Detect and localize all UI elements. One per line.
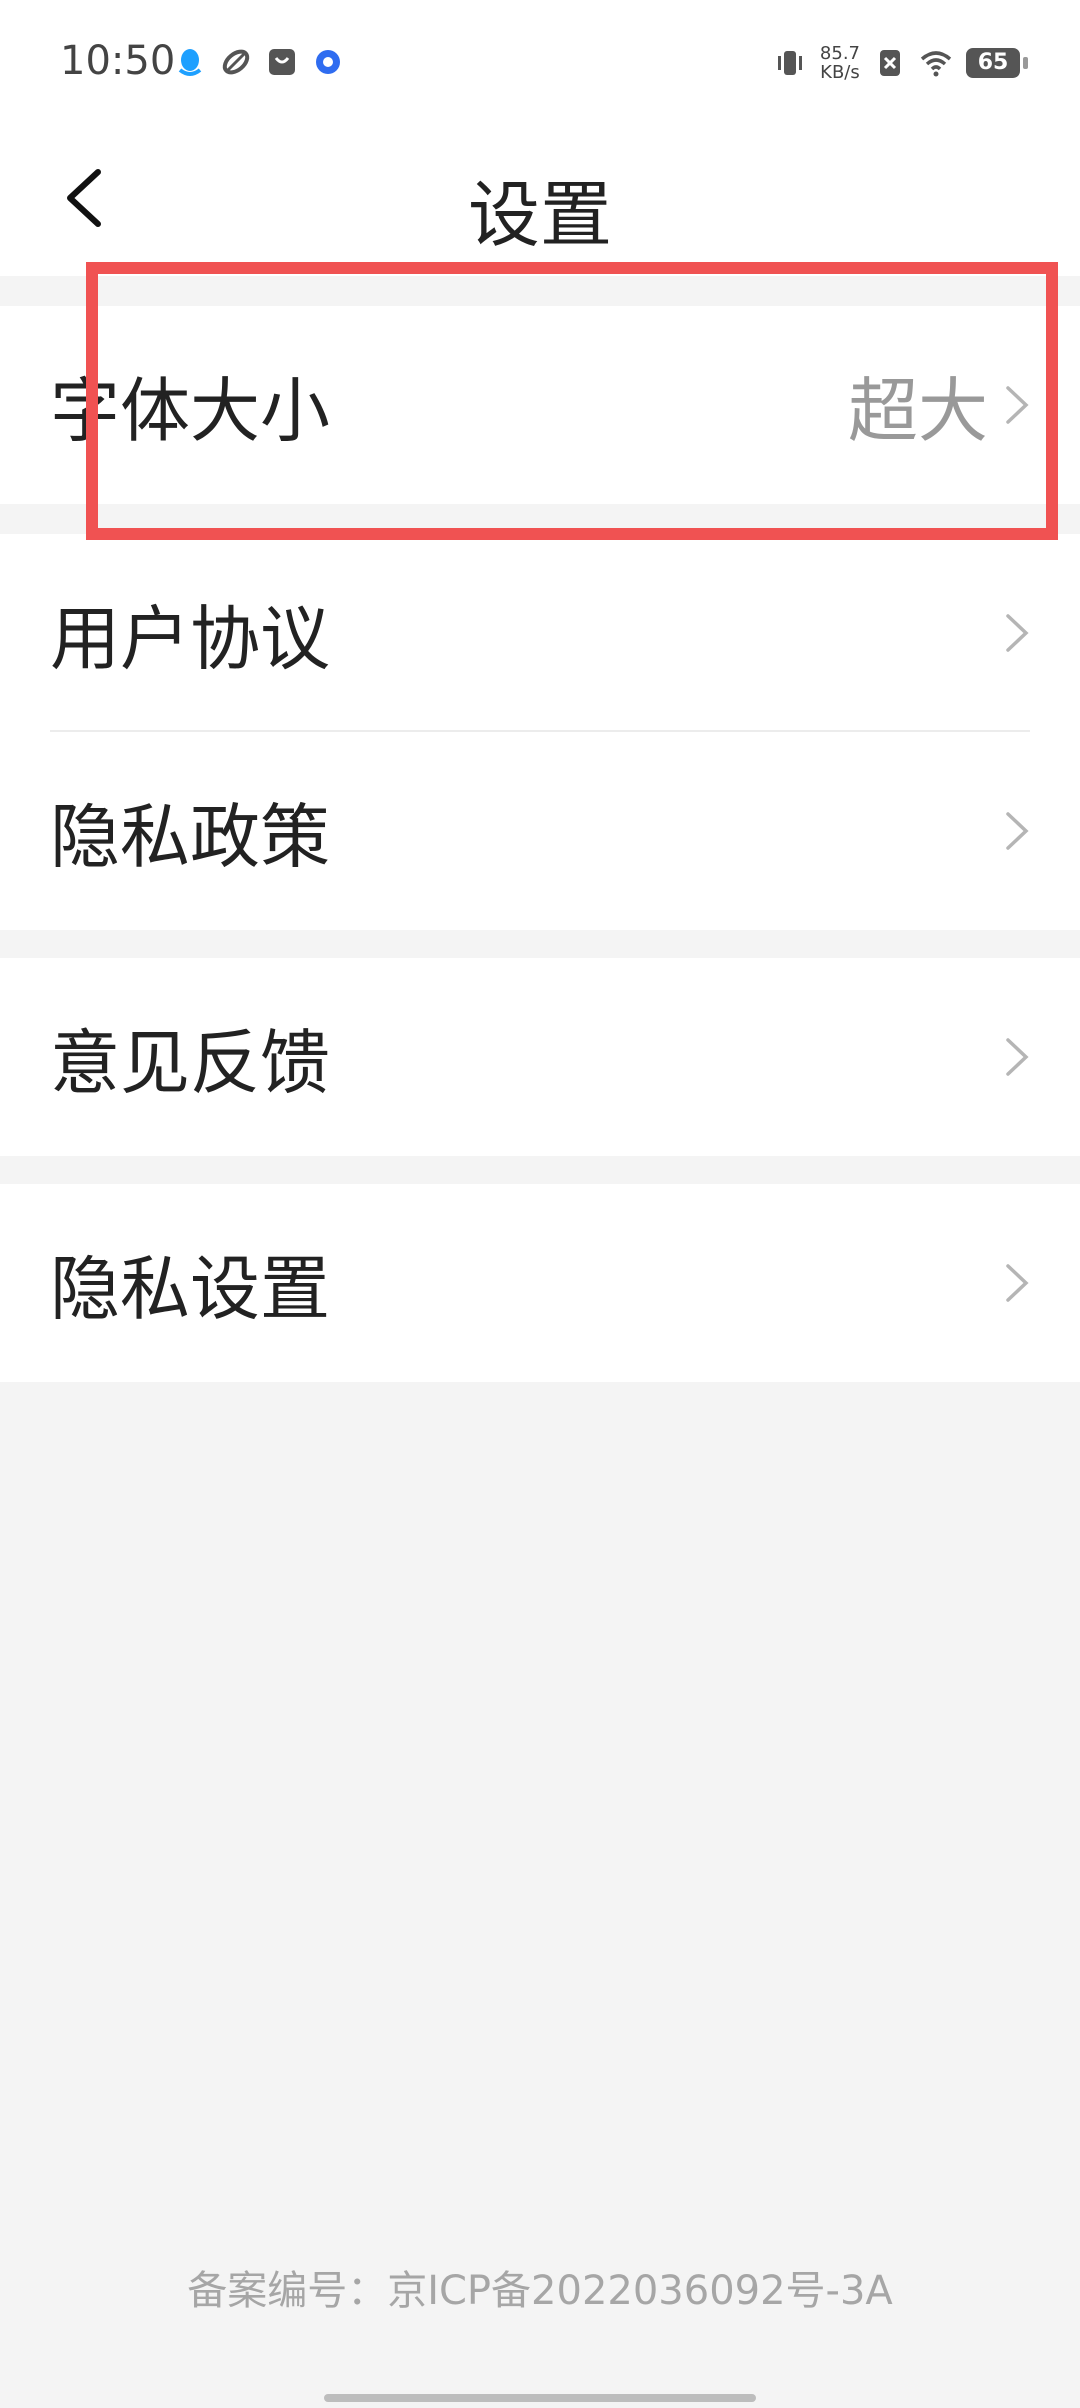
settings-item-value: 超大 [848, 369, 988, 452]
settings-item-privacy-policy[interactable]: 隐私政策 [0, 732, 1080, 930]
network-speed-value: 85.7 [819, 43, 860, 64]
status-time: 10:50 [60, 38, 176, 84]
icp-record-text: 备案编号：京ICP备2022036092号-3A [187, 2268, 893, 2314]
page-title: 设置 [467, 173, 612, 257]
qq-icon [178, 49, 202, 76]
chevron-right-icon [1006, 812, 1029, 850]
network-speed: 85.7 KB/s [820, 44, 860, 82]
battery-icon: 65 [966, 48, 1028, 78]
status-bar: 10:50 85.7 KB/s 65 [0, 0, 1080, 130]
settings-group-privacy: 隐私设置 [0, 1184, 1080, 1382]
app-circle-icon [316, 50, 340, 74]
chevron-right-icon [1006, 1264, 1029, 1302]
no-sim-icon [880, 50, 900, 76]
shopping-bag-icon [269, 49, 295, 75]
settings-item-label: 隐私政策 [50, 795, 330, 878]
settings-item-label: 字体大小 [50, 369, 330, 452]
wifi-icon [920, 51, 952, 77]
settings-group-feedback: 意见反馈 [0, 958, 1080, 1156]
system-icons: 85.7 KB/s 65 [774, 44, 1028, 82]
app-leaf-icon [222, 49, 250, 75]
chevron-right-icon [1006, 386, 1029, 424]
settings-item-privacy-settings[interactable]: 隐私设置 [0, 1184, 1080, 1382]
settings-item-feedback[interactable]: 意见反馈 [0, 958, 1080, 1156]
settings-item-user-agreement[interactable]: 用户协议 [0, 534, 1080, 732]
settings-item-label: 隐私设置 [50, 1247, 330, 1330]
settings-item-label: 意见反馈 [50, 1021, 330, 1104]
settings-group-legal: 用户协议 隐私政策 [0, 534, 1080, 930]
notification-icons [174, 46, 344, 78]
vibrate-icon [777, 51, 802, 75]
network-speed-unit: KB/s [820, 62, 860, 83]
settings-group-display: 字体大小 超大 [0, 306, 1080, 504]
home-indicator[interactable] [324, 2394, 756, 2402]
header: 设置 [0, 130, 1080, 276]
settings-item-label: 用户协议 [50, 597, 330, 680]
chevron-right-icon [1006, 1038, 1029, 1076]
settings-item-font-size[interactable]: 字体大小 超大 [0, 306, 1080, 504]
chevron-right-icon [1006, 614, 1029, 652]
